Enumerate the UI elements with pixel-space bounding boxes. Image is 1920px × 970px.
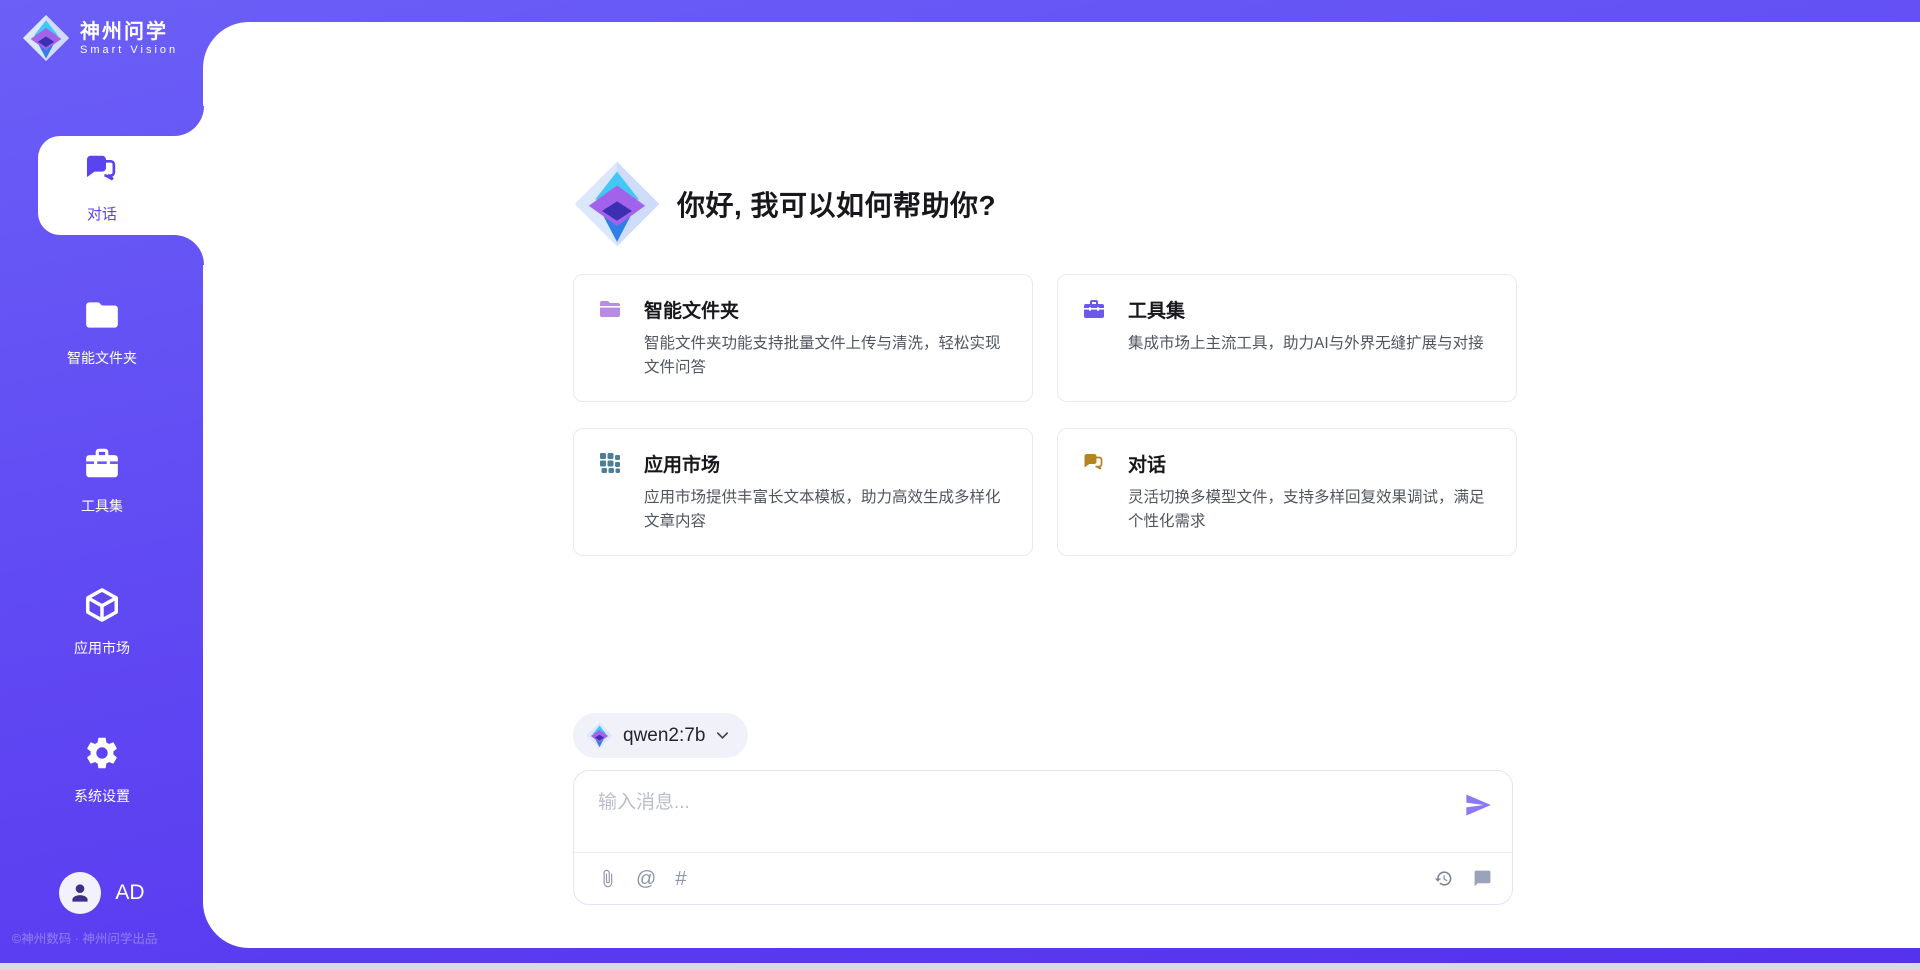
- sidebar-item-label: 工具集: [0, 496, 204, 516]
- user-account[interactable]: AD: [0, 872, 204, 914]
- sidebar-item-label: 应用市场: [0, 638, 204, 658]
- bottom-edge: [0, 963, 1920, 970]
- content-column: 你好, 我可以如何帮助你? 智能文件夹 智能文件夹功能支持批量文件上传与清洗，轻…: [573, 22, 1517, 905]
- tab-fillet-bottom: [174, 235, 204, 265]
- topic-icon[interactable]: #: [675, 869, 686, 889]
- model-name: qwen2:7b: [623, 725, 705, 747]
- composer-tools-left: @ #: [598, 869, 686, 889]
- card-toolset[interactable]: 工具集 集成市场上主流工具，助力AI与外界无缝扩展与对接: [1057, 274, 1517, 402]
- composer-tools-right: [1434, 869, 1492, 888]
- model-selector[interactable]: qwen2:7b: [573, 713, 748, 758]
- card-app-market[interactable]: 应用市场 应用市场提供丰富长文本模板，助力高效生成多样化文章内容: [573, 428, 1033, 556]
- sidebar-item-tools[interactable]: 工具集: [0, 444, 204, 516]
- chat-bubble-icon[interactable]: [1473, 869, 1492, 888]
- card-title: 智能文件夹: [644, 296, 1008, 323]
- sidebar-item-label: 智能文件夹: [0, 348, 204, 368]
- card-chat[interactable]: 对话 灵活切换多模型文件，支持多样回复效果调试，满足个性化需求: [1057, 428, 1517, 556]
- greeting-title: 你好, 我可以如何帮助你?: [677, 184, 996, 224]
- sidebar-item-label: 对话: [0, 203, 204, 224]
- card-description: 集成市场上主流工具，助力AI与外界无缝扩展与对接: [1128, 332, 1484, 356]
- copyright-footer: ©神州数码 · 神州问学出品: [12, 928, 157, 947]
- sidebar-item-label: 系统设置: [0, 786, 204, 806]
- avatar: [59, 872, 101, 914]
- card-smart-folder[interactable]: 智能文件夹 智能文件夹功能支持批量文件上传与清洗，轻松实现文件问答: [573, 274, 1033, 402]
- briefcase-icon: [1082, 297, 1106, 380]
- sidebar-item-folder[interactable]: 智能文件夹: [0, 296, 204, 368]
- send-icon[interactable]: [1464, 791, 1492, 819]
- mention-icon[interactable]: @: [636, 869, 656, 889]
- gem-logo-icon: [22, 14, 70, 62]
- tab-fillet-top: [174, 106, 204, 136]
- history-icon[interactable]: [1434, 869, 1453, 888]
- sidebar-item-apps[interactable]: 应用市场: [0, 586, 204, 658]
- composer-toolbar: @ #: [574, 852, 1512, 904]
- gem-logo-icon: [573, 160, 661, 248]
- briefcase-icon: [83, 444, 121, 482]
- card-description: 灵活切换多模型文件，支持多样回复效果调试，满足个性化需求: [1128, 486, 1492, 534]
- card-description: 应用市场提供丰富长文本模板，助力高效生成多样化文章内容: [644, 486, 1008, 534]
- brand-logo: 神州问学 Smart Vision: [22, 14, 178, 62]
- chat-bubbles-icon: [83, 151, 121, 189]
- greeting-block: 你好, 我可以如何帮助你?: [573, 160, 1517, 248]
- person-icon: [67, 880, 93, 906]
- folder-icon: [598, 297, 622, 380]
- card-title: 对话: [1128, 450, 1492, 477]
- user-initials: AD: [115, 881, 144, 905]
- cube-icon: [83, 586, 121, 624]
- sidebar-item-chat[interactable]: 对话: [0, 151, 204, 224]
- brand-name: 神州问学: [80, 21, 178, 44]
- message-composer: @ #: [573, 770, 1513, 905]
- grid-icon: [598, 451, 622, 534]
- attach-file-icon[interactable]: [598, 869, 617, 888]
- card-description: 智能文件夹功能支持批量文件上传与清洗，轻松实现文件问答: [644, 332, 1008, 380]
- brand-subtitle: Smart Vision: [80, 44, 178, 56]
- gem-logo-icon: [586, 722, 613, 749]
- folder-icon: [83, 296, 121, 334]
- sidebar-item-settings[interactable]: 系统设置: [0, 734, 204, 806]
- gear-icon: [83, 734, 121, 772]
- feature-cards: 智能文件夹 智能文件夹功能支持批量文件上传与清洗，轻松实现文件问答 工具集 集成…: [573, 274, 1517, 556]
- chat-bubbles-icon: [1082, 451, 1106, 534]
- card-title: 工具集: [1128, 296, 1484, 323]
- message-input[interactable]: [598, 787, 1418, 845]
- card-title: 应用市场: [644, 450, 1008, 477]
- chevron-down-icon: [715, 728, 730, 743]
